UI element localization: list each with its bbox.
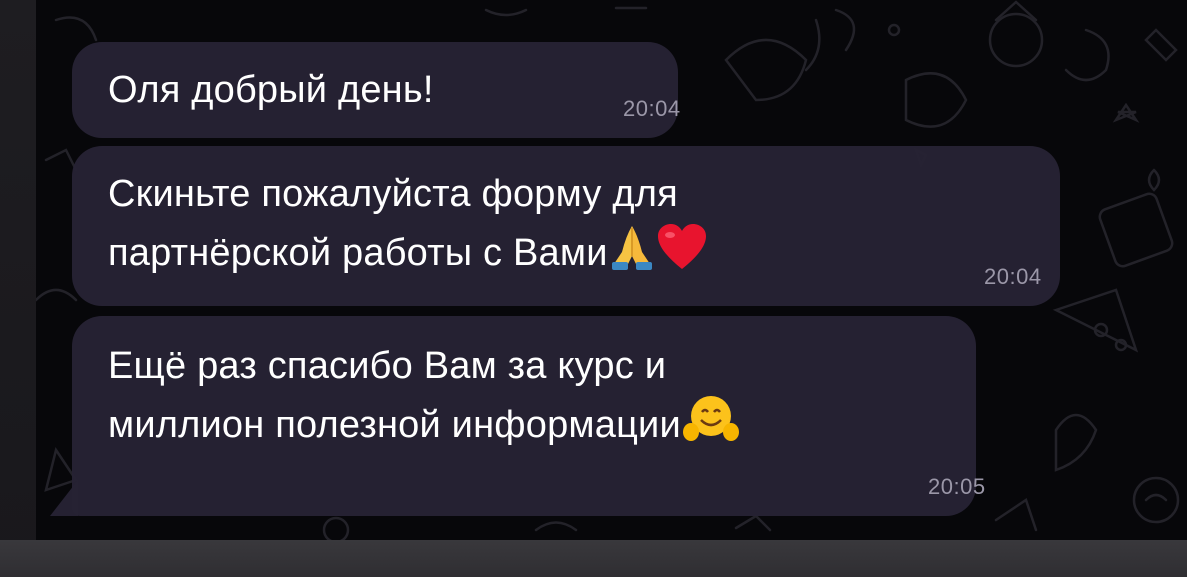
message-line: Ещё раз спасибо Вам за курс и [108, 345, 667, 387]
message-text: Оля добрый день! [108, 69, 434, 111]
message-bubble[interactable]: Ещё раз спасибо Вам за курс и миллион по… [72, 316, 985, 516]
bottom-bar [0, 540, 1187, 577]
message-bubble[interactable]: Скиньте пожалуйста форму для партнёрской… [72, 146, 1060, 306]
message-line-with-emoji: миллион полезной информации [108, 394, 739, 460]
message-time: 20:04 [623, 96, 681, 121]
red-heart-icon [656, 223, 708, 287]
folded-hands-icon [610, 222, 654, 288]
message-line: Скиньте пожалуйста форму для [108, 173, 678, 215]
message-text: Ещё раз спасибо Вам за курс и миллион по… [108, 338, 739, 460]
message-time: 20:04 [984, 264, 1042, 289]
message-bubble[interactable]: Оля добрый день! 20:04 [72, 42, 681, 138]
message-text: Скиньте пожалуйста форму для партнёрской… [108, 166, 708, 288]
message-line-with-emoji: партнёрской работы с Вами [108, 222, 708, 288]
screen-frame: Оля добрый день! 20:04 Скиньте пожалуйст… [0, 0, 1187, 577]
message-time: 20:05 [928, 474, 986, 499]
hugging-face-icon [682, 394, 739, 460]
